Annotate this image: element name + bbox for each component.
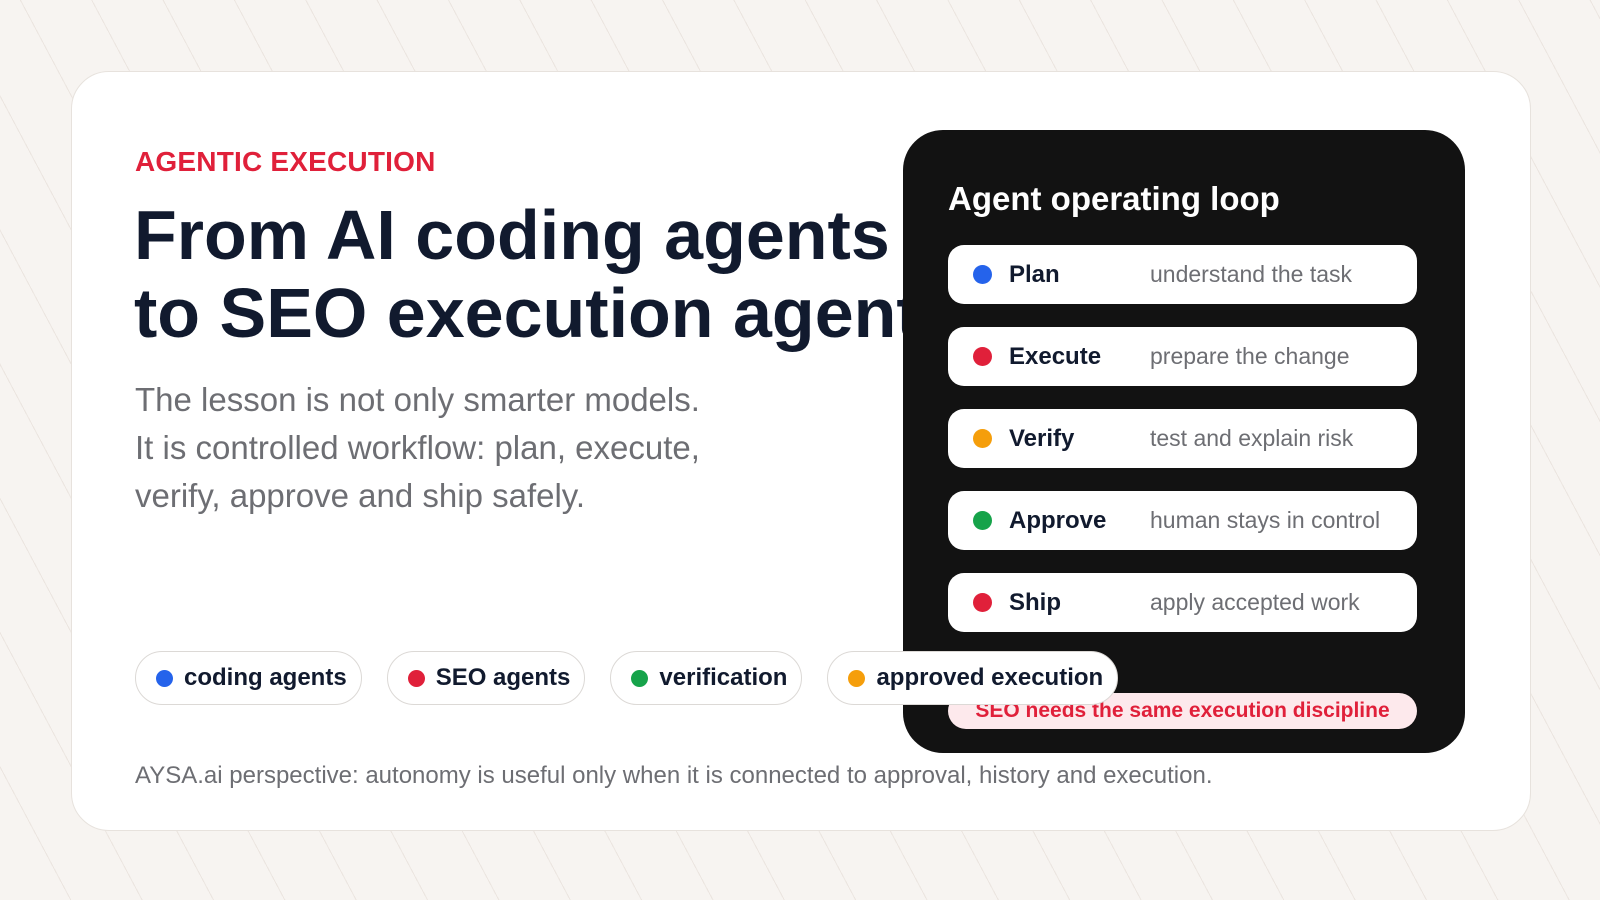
tag-list: coding agents SEO agents verification ap… bbox=[135, 651, 1119, 705]
step-ship: Ship apply accepted work bbox=[948, 573, 1417, 632]
tag-label: coding agents bbox=[184, 664, 347, 691]
panel-title: Agent operating loop bbox=[948, 180, 1280, 217]
blue-dot-icon bbox=[156, 669, 173, 687]
red-dot-icon bbox=[973, 593, 992, 612]
tag-label: verification bbox=[659, 664, 788, 691]
step-approve: Approve human stays in control bbox=[948, 491, 1417, 550]
blue-dot-icon bbox=[973, 265, 992, 284]
orange-dot-icon bbox=[973, 429, 992, 448]
step-label: Approve bbox=[1009, 506, 1107, 534]
step-description: apply accepted work bbox=[1150, 589, 1360, 615]
red-dot-icon bbox=[973, 347, 992, 366]
tag-approved-execution: approved execution bbox=[827, 651, 1119, 705]
lede-paragraph: The lesson is not only smarter models. I… bbox=[135, 376, 775, 520]
step-label: Plan bbox=[1009, 260, 1060, 288]
green-dot-icon bbox=[973, 511, 992, 530]
step-verify: Verify test and explain risk bbox=[948, 409, 1417, 468]
step-plan: Plan understand the task bbox=[948, 245, 1417, 304]
tag-verification: verification bbox=[610, 651, 803, 705]
headline: From AI coding agents to SEO execution a… bbox=[134, 196, 914, 352]
lede-line-1: The lesson is not only smarter models. bbox=[135, 381, 700, 418]
step-label: Verify bbox=[1009, 424, 1075, 452]
eyebrow-label: AGENTIC EXECUTION bbox=[135, 146, 436, 177]
step-description: prepare the change bbox=[1150, 343, 1350, 369]
headline-line-1: From AI coding agents bbox=[134, 196, 890, 274]
lede-line-3: verify, approve and ship safely. bbox=[135, 477, 586, 514]
step-description: understand the task bbox=[1150, 261, 1353, 287]
step-execute: Execute prepare the change bbox=[948, 327, 1417, 386]
tag-label: SEO agents bbox=[435, 664, 571, 691]
headline-line-2: to SEO execution agents bbox=[134, 274, 914, 352]
step-description: test and explain risk bbox=[1150, 425, 1354, 451]
footer-perspective: AYSA.ai perspective: autonomy is useful … bbox=[135, 762, 1213, 789]
red-dot-icon bbox=[407, 669, 425, 687]
tag-coding-agents: coding agents bbox=[135, 651, 362, 705]
tag-label: approved execution bbox=[876, 664, 1104, 691]
step-label: Execute bbox=[1009, 342, 1102, 370]
step-description: human stays in control bbox=[1150, 507, 1381, 533]
green-dot-icon bbox=[631, 669, 649, 687]
lede-line-2: It is controlled workflow: plan, execute… bbox=[135, 429, 700, 466]
tag-seo-agents: SEO agents bbox=[386, 651, 586, 705]
step-label: Ship bbox=[1009, 588, 1061, 616]
orange-dot-icon bbox=[848, 669, 866, 687]
